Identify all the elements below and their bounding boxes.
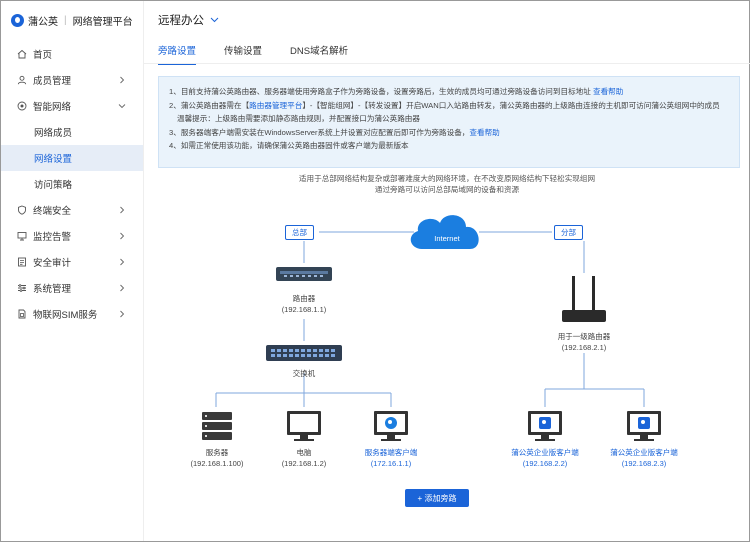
sidebar-item-iot-sim[interactable]: 物联网SIM服务 (1, 301, 143, 327)
info-line-1: 1、目前支持蒲公英路由器、服务器端使用旁路盒子作为旁路设备，设置旁路后，生效的成… (169, 85, 729, 99)
chevron-down-icon (210, 14, 219, 26)
settings-icon (17, 283, 27, 293)
info-text: 2、蒲公英路由器需在【 (169, 100, 250, 110)
branch-tag: 分部 (554, 225, 583, 240)
info-line-3: 温馨提示：上级路由需要添加静态路由规则，并配置接口为蒲公英路由器 (169, 112, 729, 126)
chevron-right-icon (117, 75, 127, 85)
info-text: 】-【智能组网】-【转发设置】开启WAN口入站路由转发，蒲公英路由器的上级路由连… (302, 100, 720, 110)
chevron-right-icon (117, 257, 127, 267)
brand-name: 蒲公英 (28, 17, 58, 28)
sidebar-item-network-members[interactable]: 网络成员 (1, 119, 143, 145)
upper-router-ip: (192.168.2.1) (561, 343, 607, 352)
hq-tag: 总部 (285, 225, 314, 240)
user-icon (17, 75, 27, 85)
sidebar-item-smart-network[interactable]: 智能网络 (1, 93, 143, 119)
info-text: 3、服务器端客户端需安装在WindowsServer系统上并设置对应配置后即可作… (169, 127, 470, 137)
info-text: 4、如需正常使用该功能，请确保蒲公英路由器固件或客户端为最新版本 (169, 141, 409, 150)
chevron-right-icon (117, 309, 127, 319)
audit-icon (17, 257, 27, 267)
enterprise-client-1-name[interactable]: 蒲公英企业版客户端 (495, 447, 595, 458)
network-icon (17, 101, 27, 111)
topology-lines (202, 215, 661, 441)
sidebar-item-label: 访问策略 (34, 180, 73, 191)
info-line-5: 4、如需正常使用该功能，请确保蒲公英路由器固件或客户端为最新版本 (169, 139, 729, 153)
main-content: 远程办公 旁路设置 传输设置 DNS域名解析 1、目前支持蒲公英路由器、服务器端… (143, 1, 750, 541)
chevron-right-icon (117, 283, 127, 293)
tab-divider (144, 63, 750, 64)
sim-icon (17, 309, 27, 319)
router-icon (276, 267, 332, 281)
wifi-router-icon (562, 276, 606, 322)
enterprise-client-2-ip: (192.168.2.3) (621, 459, 667, 468)
add-bypass-button[interactable]: + 添加旁路 (405, 489, 469, 507)
brand-product: 网络管理平台 (72, 17, 133, 28)
sidebar: 蒲公英 | 网络管理平台 首页 成员管理 智能网络 网络成员 网络设置 访问策略 (1, 1, 143, 541)
router-platform-link[interactable]: 路由器管理平台 (249, 101, 302, 110)
sidebar-item-monitor-alarm[interactable]: 监控告警 (1, 223, 143, 249)
sidebar-item-label: 首页 (33, 50, 53, 61)
sidebar-nav: 首页 成员管理 智能网络 网络成员 网络设置 访问策略 终端安全 监控告警 安全… (1, 41, 143, 327)
server-icon (202, 412, 232, 440)
enterprise-client-icon (627, 411, 661, 441)
upper-router-name: 用于一级路由器 (557, 332, 611, 341)
sidebar-item-label: 物联网SIM服务 (33, 310, 98, 321)
info-line-4: 3、服务器端客户端需安装在WindowsServer系统上并设置对应配置后即可作… (169, 126, 729, 140)
router-ip: (192.168.1.1) (281, 305, 327, 314)
sidebar-item-label: 成员管理 (33, 76, 72, 87)
tab-dns[interactable]: DNS域名解析 (290, 43, 348, 65)
info-line-2: 2、蒲公英路由器需在【路由器管理平台】-【智能组网】-【转发设置】开启WAN口入… (169, 99, 729, 113)
sidebar-item-terminal-security[interactable]: 终端安全 (1, 197, 143, 223)
server-client-ip: (172.16.1.1) (370, 459, 412, 468)
topology-diagram: 适用于总部网络结构复杂或部署难度大的网络环境，在不改变原网络结构下轻松实现组网 … (144, 171, 750, 541)
chevron-right-icon (117, 205, 127, 215)
monitor-icon (17, 231, 27, 241)
info-text: 温馨提示：上级路由需要添加静态路由规则，并配置接口为蒲公英路由器 (177, 114, 420, 123)
brand[interactable]: 蒲公英 | 网络管理平台 (11, 13, 133, 28)
server-client-name[interactable]: 服务器端客户端 (341, 447, 441, 458)
switch-icon (266, 345, 342, 361)
sidebar-item-system-management[interactable]: 系统管理 (1, 275, 143, 301)
internet-label: Internet (434, 234, 460, 243)
enterprise-client-2-name[interactable]: 蒲公英企业版客户端 (594, 447, 694, 458)
chevron-right-icon (117, 231, 127, 241)
enterprise-client-1-ip: (192.168.2.2) (522, 459, 568, 468)
page-title: 远程办公 (158, 15, 204, 27)
info-notice: 1、目前支持蒲公英路由器、服务器端使用旁路盒子作为旁路设备，设置旁路后，生效的成… (158, 76, 740, 168)
info-text: 1、目前支持蒲公英路由器、服务器端使用旁路盒子作为旁路设备，设置旁路后，生效的成… (169, 87, 593, 96)
sidebar-item-members[interactable]: 成员管理 (1, 67, 143, 93)
tab-bar: 旁路设置 传输设置 DNS域名解析 (158, 43, 348, 65)
chevron-down-icon (117, 101, 127, 111)
server-name: 服务器 (205, 448, 229, 457)
pc-name: 电脑 (296, 448, 312, 457)
help-link[interactable]: 查看帮助 (469, 128, 499, 137)
help-link[interactable]: 查看帮助 (593, 87, 623, 96)
sidebar-item-access-policy[interactable]: 访问策略 (1, 171, 143, 197)
sidebar-item-label: 智能网络 (33, 102, 72, 113)
logo-icon (11, 14, 24, 27)
server-client-icon (374, 411, 408, 441)
pc-monitor-icon (287, 411, 321, 441)
server-ip: (192.168.1.100) (190, 459, 244, 468)
router-name: 路由器 (292, 294, 316, 303)
tab-bypass-settings[interactable]: 旁路设置 (158, 43, 197, 65)
tab-transfer-settings[interactable]: 传输设置 (224, 43, 262, 65)
sidebar-item-label: 网络设置 (34, 154, 73, 165)
sidebar-item-network-settings[interactable]: 网络设置 (1, 145, 143, 171)
sidebar-item-security-audit[interactable]: 安全审计 (1, 249, 143, 275)
sidebar-item-label: 系统管理 (33, 284, 72, 295)
network-selector[interactable]: 远程办公 (158, 12, 219, 28)
shield-icon (17, 205, 27, 215)
sidebar-item-label: 网络成员 (34, 128, 73, 139)
switch-name: 交换机 (292, 369, 316, 378)
sidebar-item-label: 监控告警 (33, 232, 72, 243)
sidebar-item-label: 安全审计 (33, 258, 72, 269)
brand-separator: | (64, 15, 67, 26)
pc-ip: (192.168.1.2) (281, 459, 327, 468)
sidebar-item-label: 终端安全 (33, 206, 72, 217)
sidebar-item-home[interactable]: 首页 (1, 41, 143, 67)
enterprise-client-icon (528, 411, 562, 441)
home-icon (17, 49, 27, 59)
